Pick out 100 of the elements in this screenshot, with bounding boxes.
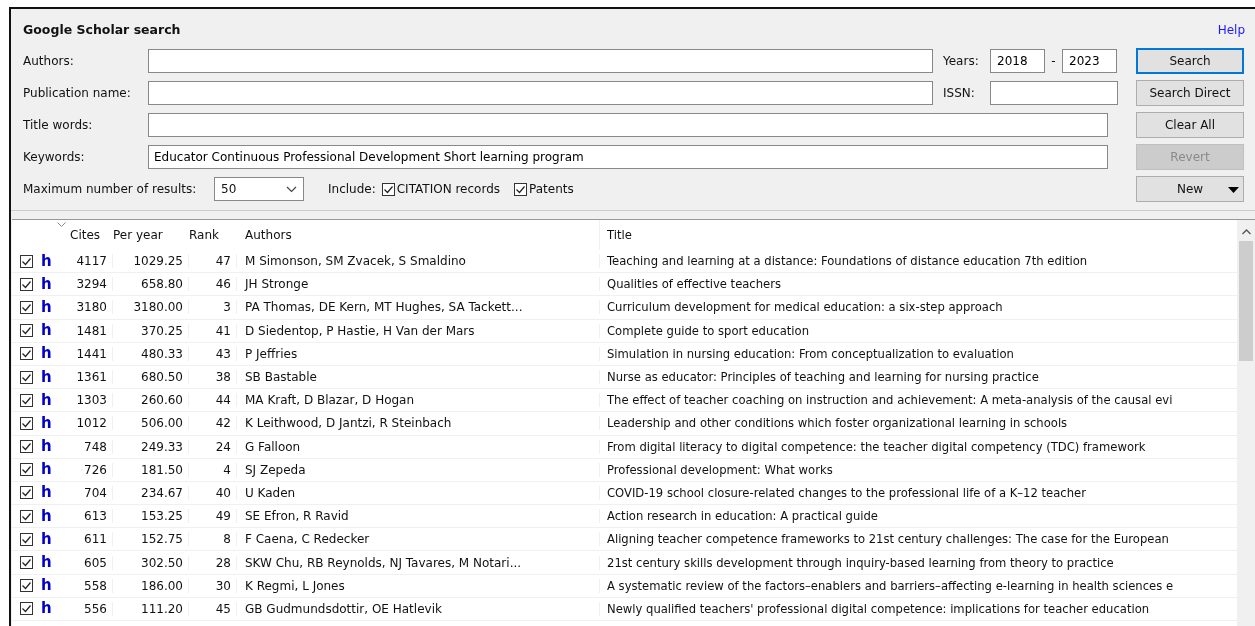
table-cell: 1012 (70, 416, 113, 431)
table-cell-text: M Simonson, SM Zvacek, S Smaldino (244, 254, 467, 269)
table-cell: 30 (189, 578, 237, 593)
row-checkbox[interactable] (20, 393, 33, 407)
field-label: Authors: (23, 54, 75, 68)
checkbox[interactable] (381, 182, 395, 196)
text-field[interactable]: Educator Continuous Professional Development Short learning program (148, 145, 1108, 169)
link-marker[interactable]: h (41, 276, 52, 292)
row-checkbox[interactable] (20, 300, 33, 314)
action-button[interactable]: Search (1136, 48, 1244, 74)
link-marker[interactable]: h (41, 253, 52, 269)
table-cell: 1481 (70, 323, 113, 338)
column-header[interactable]: Authors (237, 220, 599, 250)
table-cell: 153.25 (113, 509, 189, 524)
max-results-dropdown[interactable]: 50 (214, 177, 304, 201)
table-cell: 46 (189, 277, 237, 292)
row-checkbox[interactable] (20, 416, 33, 430)
table-cell: 558 (70, 578, 113, 593)
row-checkbox[interactable] (20, 486, 33, 500)
table-cell: 3 (189, 300, 237, 315)
table-cell-text: P Jeffries (244, 346, 299, 361)
text-field[interactable] (148, 113, 1108, 137)
link-marker[interactable]: h (41, 415, 52, 431)
checkbox[interactable] (514, 182, 528, 196)
table-cell-text: PA Thomas, DE Kern, MT Hughes, SA Tackett... (244, 300, 524, 315)
table-cell: 28 (189, 555, 237, 570)
table-cell: 3180.00 (113, 300, 189, 315)
table-cell-text: G Falloon (244, 439, 302, 454)
field-label: Title words: (23, 118, 94, 132)
year-to-field[interactable]: 2023 (1062, 49, 1117, 73)
action-button[interactable]: New (1136, 176, 1244, 202)
link-marker[interactable]: h (41, 555, 52, 571)
row-checkbox[interactable] (20, 602, 33, 616)
row-checkbox[interactable] (20, 440, 33, 454)
table-cell: 613 (70, 509, 113, 524)
table-cell-text: JH Stronge (243, 277, 310, 292)
help-link[interactable]: Help (1217, 23, 1245, 37)
link-marker[interactable]: h (41, 485, 52, 501)
link-marker[interactable]: h (41, 299, 52, 315)
issn-field[interactable] (990, 81, 1118, 105)
row-checkbox[interactable] (20, 463, 33, 477)
table-cell: 4117 (70, 254, 113, 269)
scrollbar[interactable] (1237, 220, 1255, 626)
sort-icon (57, 222, 66, 227)
column-header[interactable]: Rank (189, 220, 237, 250)
table-cell: 3180 (70, 300, 113, 315)
link-marker[interactable]: h (41, 346, 52, 362)
row-checkbox[interactable] (20, 324, 33, 338)
text-field[interactable] (148, 81, 933, 105)
link-marker[interactable]: h (41, 578, 52, 594)
row-checkbox[interactable] (20, 277, 33, 291)
table-cell-text: F Caena, C Redecker (244, 532, 371, 547)
table-cell: 45 (189, 601, 237, 616)
table-cell: 680.50 (113, 370, 189, 385)
table-cell: 658.80 (113, 277, 189, 292)
text-field[interactable] (148, 49, 933, 73)
link-marker[interactable]: h (41, 369, 52, 385)
row-checkbox[interactable] (20, 556, 33, 570)
checkbox-label[interactable]: CITATION records (396, 182, 501, 196)
include-label: Include: (328, 182, 376, 196)
column-header[interactable]: Cites (70, 220, 113, 250)
row-checkbox[interactable] (20, 254, 33, 268)
table-cell-text: SKW Chu, RB Reynolds, NJ Tavares, M Notari... (244, 555, 523, 570)
link-marker[interactable]: h (41, 531, 52, 547)
row-checkbox[interactable] (20, 509, 33, 523)
table-cell: 111.20 (113, 601, 189, 616)
table-cell: 8 (189, 532, 237, 547)
link-marker[interactable]: h (41, 462, 52, 478)
table-cell: 44 (189, 393, 237, 408)
field-label: Publication name: (23, 86, 132, 100)
table-cell: 43 (189, 346, 237, 361)
table-cell-text: K Leithwood, D Jantzi, R Steinbach (244, 416, 453, 431)
row-checkbox[interactable] (20, 579, 33, 593)
table-cell: 480.33 (113, 346, 189, 361)
checkbox-label[interactable]: Patents (529, 182, 574, 196)
link-marker[interactable]: h (41, 323, 52, 339)
table-cell: 556 (70, 601, 113, 616)
row-checkbox[interactable] (20, 347, 33, 361)
year-from-field[interactable]: 2018 (990, 49, 1045, 73)
table-cell: 181.50 (113, 462, 189, 477)
link-marker[interactable]: h (41, 601, 52, 617)
table-cell: 234.67 (113, 485, 189, 500)
link-marker[interactable]: h (41, 392, 52, 408)
link-marker[interactable]: h (41, 508, 52, 524)
table-cell-text: GB Gudmundsdottir, OE Hatlevik (244, 601, 443, 616)
scroll-up-icon[interactable] (1241, 229, 1251, 235)
table-cell-text: D Siedentop, P Hastie, H Van der Mars (244, 323, 476, 338)
row-checkbox[interactable] (20, 370, 33, 384)
scroll-thumb[interactable] (1239, 241, 1253, 361)
table-cell: 1029.25 (113, 254, 189, 269)
column-header[interactable]: Per year (113, 220, 189, 250)
table-cell: 49 (189, 509, 237, 524)
max-results-label: Maximum number of results: (23, 182, 198, 196)
table-cell: 40 (189, 485, 237, 500)
table-cell: 611 (70, 532, 113, 547)
action-button[interactable]: Clear All (1136, 112, 1244, 138)
row-checkbox[interactable] (20, 532, 33, 546)
action-button[interactable]: Search Direct (1136, 80, 1244, 106)
table-cell: 704 (70, 485, 113, 500)
link-marker[interactable]: h (41, 439, 52, 455)
